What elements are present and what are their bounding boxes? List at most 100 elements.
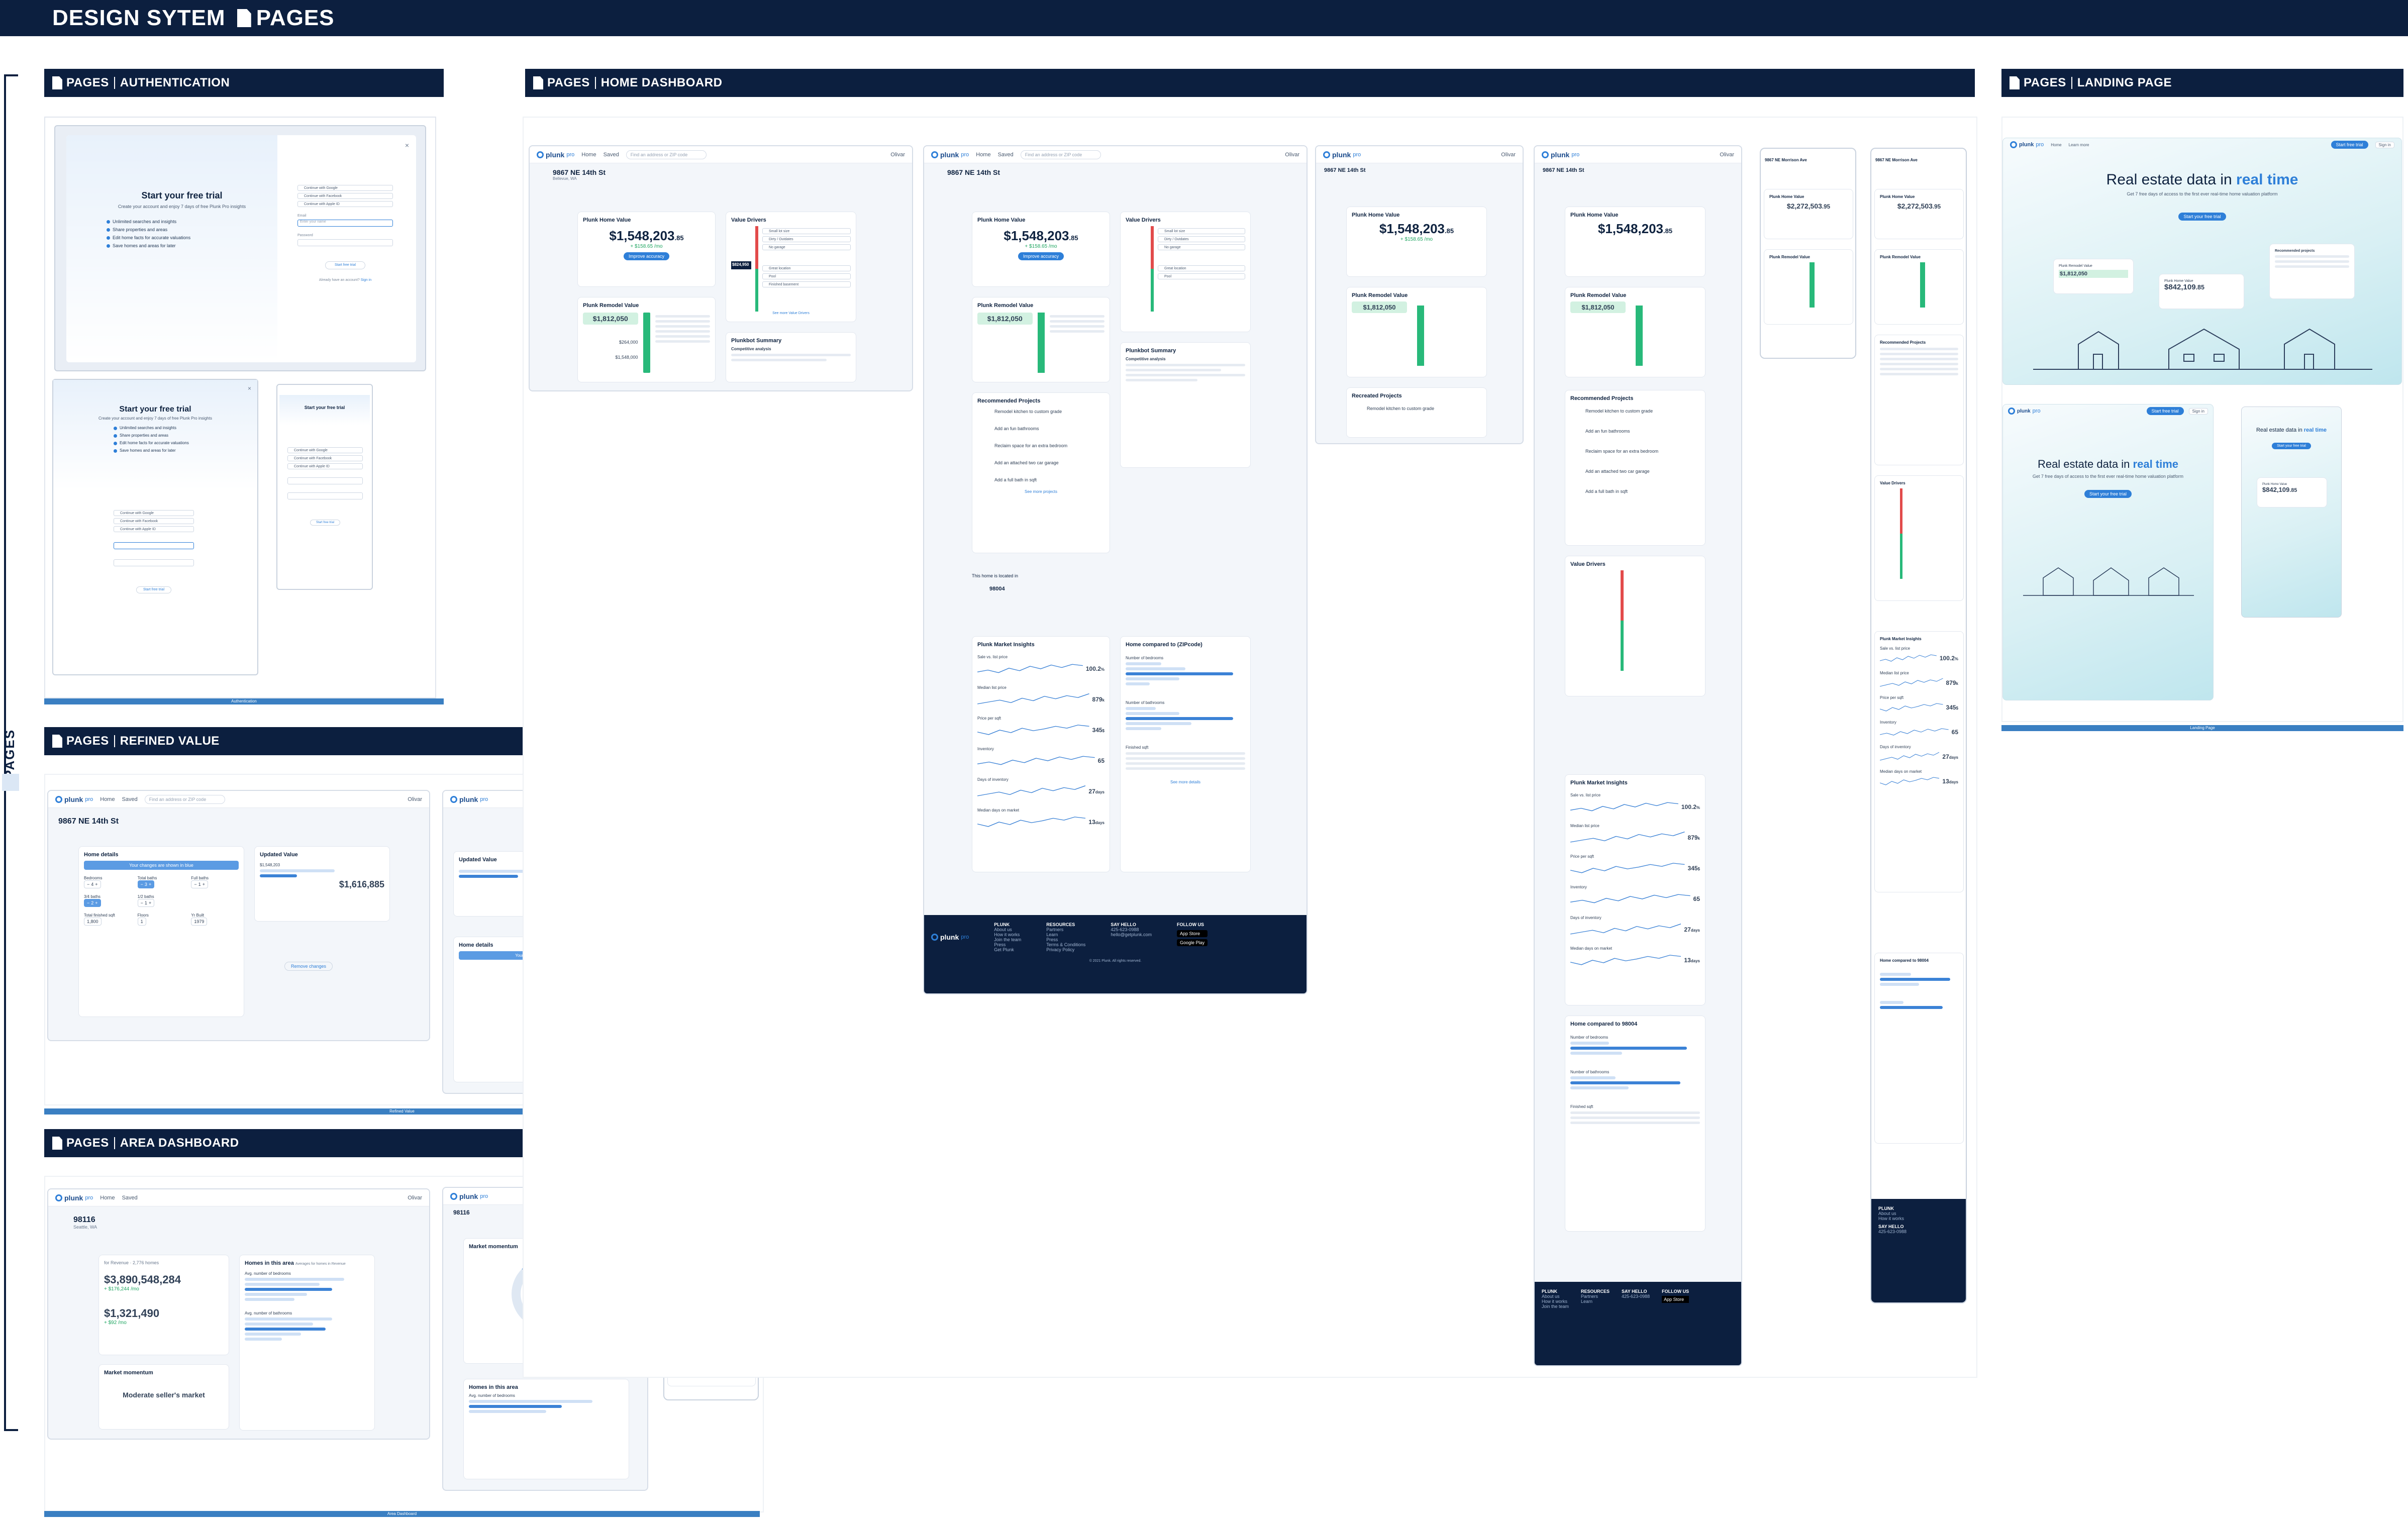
email-field[interactable] bbox=[114, 542, 194, 549]
nav-home[interactable]: Home bbox=[976, 152, 990, 158]
close-icon[interactable]: × bbox=[405, 141, 409, 149]
improve-accuracy-button[interactable]: Improve accuracy bbox=[623, 252, 670, 260]
driver-item[interactable]: Great location bbox=[762, 265, 851, 271]
see-more-drivers-link[interactable]: See more Value Drivers bbox=[731, 312, 851, 315]
market-metric-row: Days of inventory 27days bbox=[1880, 745, 1958, 764]
plunk-logo[interactable]: plunk pro bbox=[537, 151, 574, 159]
document-icon bbox=[533, 76, 543, 89]
nav-saved[interactable]: Saved bbox=[604, 152, 619, 158]
driver-item[interactable]: No garage bbox=[762, 244, 851, 250]
facebook-button[interactable]: Continue with Facebook bbox=[297, 193, 393, 199]
nav-home[interactable]: Home bbox=[100, 1195, 115, 1201]
apple-button[interactable]: Continue with Apple ID bbox=[297, 201, 393, 207]
metric-sparkline bbox=[1570, 894, 1690, 903]
close-icon[interactable]: × bbox=[248, 385, 251, 392]
project-item[interactable]: Add an attached two car garage bbox=[994, 460, 1105, 465]
nav-home[interactable]: Home bbox=[581, 152, 596, 158]
google-button[interactable]: Continue with Google bbox=[287, 447, 363, 453]
user-menu[interactable]: Olivar bbox=[408, 1195, 422, 1201]
plunk-logo[interactable]: plunk pro bbox=[2008, 408, 2041, 415]
year-built-input[interactable]: 1979 bbox=[191, 918, 208, 926]
floors-input[interactable]: 1 bbox=[137, 918, 146, 926]
metric-sparkline bbox=[1570, 802, 1678, 812]
apple-button[interactable]: Continue with Apple ID bbox=[287, 463, 363, 469]
hero-cta-button[interactable]: Start your free trial bbox=[2272, 443, 2311, 449]
three-quarter-baths-stepper[interactable]: − 2 + bbox=[84, 899, 101, 907]
start-trial-button[interactable]: Start free trial bbox=[136, 586, 171, 593]
nav-start-trial-button[interactable]: Start free trial bbox=[2146, 407, 2184, 415]
nav-saved[interactable]: Saved bbox=[122, 1195, 138, 1201]
driver-item[interactable]: Small lot size bbox=[762, 228, 851, 234]
bedrooms-stepper[interactable]: − 4 + bbox=[84, 880, 101, 888]
nav-start-trial-button[interactable]: Start free trial bbox=[2331, 141, 2368, 149]
hero-cta-button[interactable]: Start your free trial bbox=[2178, 213, 2226, 221]
market-momentum-title: Market momentum bbox=[104, 1370, 153, 1376]
located-in-label: This home is located in bbox=[972, 573, 1019, 578]
total-baths-stepper[interactable]: − 3 + bbox=[137, 880, 155, 888]
see-more-details-link[interactable]: See more details bbox=[1126, 780, 1245, 784]
driver-item[interactable]: Dirty / Outdates bbox=[762, 236, 851, 242]
search-input[interactable]: Find an address or ZIP code bbox=[1020, 150, 1101, 159]
plunk-logo[interactable]: plunk pro bbox=[931, 922, 969, 952]
bathrooms-label: Number of bathrooms bbox=[1126, 700, 1165, 705]
google-button[interactable]: Continue with Google bbox=[297, 185, 393, 191]
nav-saved[interactable]: Saved bbox=[122, 796, 138, 802]
nav-signin-button[interactable]: Sign in bbox=[2375, 141, 2394, 148]
password-field[interactable] bbox=[297, 239, 393, 246]
user-menu[interactable]: Olivar bbox=[890, 152, 905, 158]
sqft-input[interactable]: 1,800 bbox=[84, 918, 102, 926]
google-button[interactable]: Continue with Google bbox=[114, 510, 194, 516]
project-item[interactable]: Add a full bath in sqft bbox=[994, 477, 1105, 482]
plunk-logo[interactable]: plunk pro bbox=[450, 795, 488, 803]
signin-link[interactable]: Sign in bbox=[361, 278, 371, 282]
benefit-item: Share properties and areas bbox=[107, 227, 257, 232]
project-item[interactable]: Add an fun bathrooms bbox=[994, 426, 1105, 431]
auth-tablet-header: Start your free trial Create your accoun… bbox=[53, 380, 257, 490]
user-menu[interactable]: Olivar bbox=[1720, 152, 1734, 158]
project-item[interactable]: Remodel kitchen to custom grade bbox=[994, 409, 1105, 414]
plunk-logo[interactable]: plunk pro bbox=[55, 795, 93, 803]
project-item[interactable]: Remodel kitchen to custom grade bbox=[1352, 406, 1481, 411]
full-baths-stepper[interactable]: − 1 + bbox=[191, 880, 208, 888]
search-input[interactable]: Find an address or ZIP code bbox=[626, 150, 707, 159]
driver-item[interactable]: Pool bbox=[762, 273, 851, 279]
nav-home[interactable]: Home bbox=[2051, 143, 2061, 147]
password-field[interactable] bbox=[114, 559, 194, 566]
hero-cta-button[interactable]: Start your free trial bbox=[2084, 490, 2132, 498]
plunk-logo[interactable]: plunk pro bbox=[1542, 151, 1579, 159]
plunk-logo[interactable]: plunk pro bbox=[2010, 141, 2044, 148]
improve-accuracy-button[interactable]: Improve accuracy bbox=[1018, 252, 1064, 260]
facebook-button[interactable]: Continue with Facebook bbox=[287, 455, 363, 461]
project-item[interactable]: Reclaim space for an extra bedroom bbox=[994, 443, 1105, 448]
plunk-logo[interactable]: plunk pro bbox=[450, 1192, 488, 1200]
user-menu[interactable]: Olivar bbox=[1285, 152, 1299, 158]
metric-label: Median days on market bbox=[1570, 946, 1613, 951]
search-input[interactable]: Find an address or ZIP code bbox=[144, 794, 225, 804]
user-menu[interactable]: Olivar bbox=[1501, 152, 1516, 158]
remove-changes-button[interactable]: Remove changes bbox=[284, 962, 333, 971]
user-menu[interactable]: Olivar bbox=[408, 796, 422, 802]
nav-learn-more[interactable]: Learn more bbox=[2069, 143, 2089, 147]
apple-button[interactable]: Continue with Apple ID bbox=[114, 526, 194, 532]
plunkbot-card: Plunkbot Summary Competitive analysis bbox=[726, 332, 856, 382]
nav-signin-button[interactable]: Sign in bbox=[2188, 408, 2208, 415]
google-play-button[interactable]: Google Play bbox=[1177, 939, 1208, 946]
half-baths-stepper[interactable]: − 1 + bbox=[137, 899, 155, 907]
start-trial-button[interactable]: Start free trial bbox=[310, 520, 340, 526]
email-field[interactable] bbox=[287, 477, 363, 484]
start-trial-button[interactable]: Start free trial bbox=[325, 261, 365, 269]
plunk-logo[interactable]: plunk pro bbox=[55, 1194, 93, 1202]
driver-item[interactable]: Finished basement bbox=[762, 281, 851, 287]
see-more-projects-link[interactable]: See more projects bbox=[977, 489, 1105, 494]
plunk-logo[interactable]: plunk pro bbox=[931, 151, 969, 159]
nav-home[interactable]: Home bbox=[100, 796, 115, 802]
market-insights-card: Plunk Market Insights Sale vs. list pric… bbox=[972, 636, 1110, 872]
metric-sparkline bbox=[1880, 654, 1937, 662]
password-field[interactable] bbox=[287, 492, 363, 499]
email-field[interactable]: Enter your name bbox=[297, 220, 393, 227]
app-store-button[interactable]: App Store bbox=[1177, 930, 1208, 937]
plunk-logo[interactable]: plunk pro bbox=[1323, 151, 1361, 159]
nav-saved[interactable]: Saved bbox=[998, 152, 1014, 158]
facebook-button[interactable]: Continue with Facebook bbox=[114, 518, 194, 524]
property-address: 9867 NE 14th St bbox=[58, 817, 119, 826]
